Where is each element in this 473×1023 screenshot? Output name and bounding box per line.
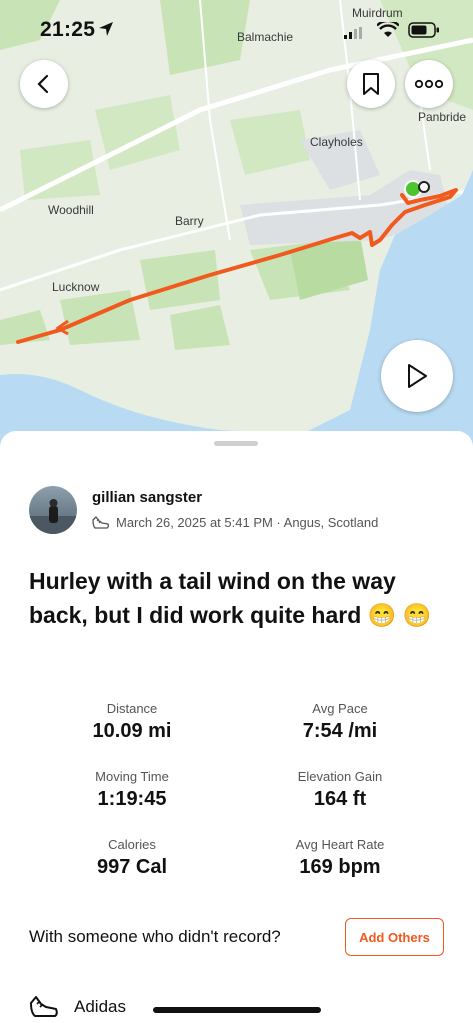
stat-label: Distance [106,701,158,716]
back-button[interactable] [20,60,68,108]
play-icon [408,364,427,388]
more-icon [415,79,443,89]
shoe-icon [92,516,109,529]
map-label-lucknow: Lucknow [52,280,100,294]
stat-label: Moving Time [95,769,169,784]
sheet-drag-handle[interactable] [214,441,258,446]
wifi-icon [377,22,399,37]
avatar[interactable] [29,486,77,534]
activity-meta: March 26, 2025 at 5:41 PM · Angus, Scotl… [92,514,378,530]
stat-avg-heart-rate: Avg Heart Rate 169 bpm [240,837,440,879]
more-options-button[interactable] [405,60,453,108]
stat-label: Calories [108,837,156,852]
stat-moving-time: Moving Time 1:19:45 [32,769,232,811]
activity-title: Hurley with a tail wind on the way back,… [29,568,432,628]
stat-label: Avg Heart Rate [295,837,385,852]
stat-value: 7:54 /mi [302,720,378,742]
status-bar: 21:25 [0,18,473,46]
stat-value: 10.09 mi [92,720,172,742]
avatar-photo [29,499,77,534]
cellular-signal-icon [344,27,362,39]
stat-value: 1:19:45 [97,788,167,810]
activity-date-location: March 26, 2025 at 5:41 PM · Angus, Scotl… [116,514,379,530]
stat-calories: Calories 997 Cal [32,837,232,879]
stat-distance: Distance 10.09 mi [32,701,232,743]
map-label-panbride: Panbride [418,110,467,124]
map-label-clayholes: Clayholes [310,135,363,149]
activity-sheet: gillian sangster March 26, 2025 at 5:41 … [0,431,473,1023]
stat-value: 997 Cal [96,856,168,878]
chevron-left-icon [37,74,49,94]
map-label-woodhill: Woodhill [48,203,94,217]
stat-elevation-gain: Elevation Gain 164 ft [240,769,440,811]
save-button[interactable] [347,60,395,108]
author-name[interactable]: gillian sangster [92,489,202,506]
shoe-icon [30,996,58,1017]
play-flyover-button[interactable] [381,340,453,412]
stat-label: Avg Pace [312,701,368,716]
gear-row[interactable]: Adidas [29,993,126,1021]
bookmark-icon [363,73,379,95]
gear-name: Adidas [74,997,126,1016]
map-label-barry: Barry [175,214,204,228]
home-indicator[interactable] [153,1007,321,1013]
battery-icon [408,22,439,38]
add-others-button[interactable]: Add Others [345,918,444,956]
stat-value: 164 ft [313,788,367,810]
location-arrow-icon [99,22,113,36]
stat-avg-pace: Avg Pace 7:54 /mi [240,701,440,743]
stat-value: 169 bpm [299,856,381,878]
status-time: 21:25 [40,18,96,41]
with-others-prompt: With someone who didn't record? [29,927,281,946]
finish-marker [418,181,430,193]
stat-label: Elevation Gain [297,769,383,784]
